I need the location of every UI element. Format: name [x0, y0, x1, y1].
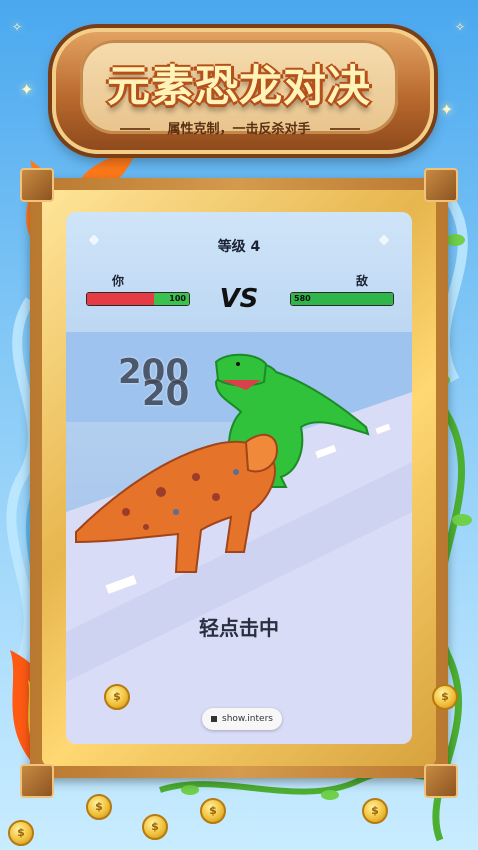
enemy-label: 敌 [356, 274, 369, 288]
damage-number: 20 [142, 374, 190, 414]
frame-corner [424, 168, 458, 202]
show-interstitial-button[interactable]: show.inters [202, 708, 282, 730]
player-health-fill [87, 293, 155, 305]
coin-icon: $ [142, 814, 168, 840]
level-indicator: 等级 4 [217, 239, 261, 255]
player-health-value: 100 [169, 294, 186, 303]
player-label: 你 [112, 274, 125, 288]
tap-prompt: 轻点击中 [199, 616, 279, 640]
coin-icon: $ [104, 684, 130, 710]
frame-corner [424, 764, 458, 798]
coin-icon: $ [8, 820, 34, 846]
show-interstitial-label: show.inters [222, 714, 273, 724]
coin-icon: $ [362, 798, 388, 824]
coin-icon: $ [200, 798, 226, 824]
game-title: 元素恐龙对决 [107, 62, 371, 112]
frame-corner [20, 764, 54, 798]
coin-icon: $ [432, 684, 458, 710]
vs-label: VS [219, 284, 259, 314]
frame-corner [20, 168, 54, 202]
game-subtitle: 属性克制，一击反杀对手 [167, 122, 311, 137]
game-screen[interactable]: 等级 4 你 敌 100 VS 580 200 20 轻点击中 show.int… [66, 212, 412, 744]
player-health-bar: 100 [86, 292, 190, 306]
ad-icon [211, 715, 218, 722]
enemy-health-value: 580 [294, 294, 311, 303]
enemy-health-bar: 580 [290, 292, 394, 306]
coin-icon: $ [86, 794, 112, 820]
